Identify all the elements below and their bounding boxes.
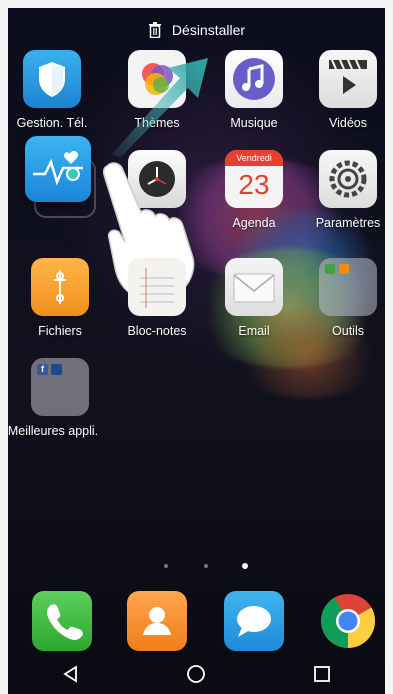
page-dot[interactable] bbox=[164, 564, 168, 568]
phone-manager-icon bbox=[23, 50, 81, 108]
home-icon[interactable] bbox=[186, 664, 206, 684]
phone-icon bbox=[32, 591, 92, 651]
app-label: Fichiers bbox=[38, 324, 82, 338]
recents-icon[interactable] bbox=[312, 664, 332, 684]
files-icon bbox=[31, 258, 89, 316]
app-label: Agenda bbox=[232, 216, 276, 230]
uninstall-label: Désinstaller bbox=[171, 22, 246, 38]
settings-icon bbox=[319, 150, 377, 208]
calendar-day: Vendredi bbox=[225, 150, 283, 166]
contacts-icon bbox=[127, 591, 187, 651]
mini-app-icon bbox=[325, 264, 335, 274]
email-icon bbox=[225, 258, 283, 316]
trash-icon bbox=[148, 22, 161, 38]
videos-icon bbox=[319, 50, 377, 108]
music-icon bbox=[225, 50, 283, 108]
app-label: Meilleures appli. bbox=[8, 424, 99, 438]
device-frame: Désinstaller Gestion. Tél. Thèmes Musiqu… bbox=[0, 0, 393, 694]
dock-chrome[interactable] bbox=[306, 591, 385, 651]
facebook-mini-icon: f bbox=[37, 364, 48, 375]
folder-tools[interactable]: Outils bbox=[306, 258, 385, 338]
app-label: Email bbox=[238, 324, 270, 338]
notes-icon bbox=[128, 258, 186, 316]
page-dot-active[interactable] bbox=[242, 563, 248, 569]
app-videos[interactable]: Vidéos bbox=[306, 50, 385, 130]
app-label: Paramètres bbox=[315, 216, 381, 230]
uninstall-drop-target[interactable]: Désinstaller bbox=[8, 18, 385, 42]
app-settings[interactable]: Paramètres bbox=[306, 150, 385, 230]
messages-icon bbox=[224, 591, 284, 651]
back-icon[interactable] bbox=[61, 664, 81, 684]
mini-app-icon bbox=[51, 364, 62, 375]
chrome-icon bbox=[318, 591, 378, 651]
mini-app-icon bbox=[339, 264, 349, 274]
drag-arrow-icon bbox=[112, 58, 208, 158]
app-email[interactable]: Email bbox=[212, 258, 296, 338]
top-apps-folder-icon: f bbox=[31, 358, 89, 416]
dock-messages[interactable] bbox=[212, 591, 296, 651]
tools-folder-icon bbox=[319, 258, 377, 316]
folder-top-apps[interactable]: f Meilleures appli. bbox=[8, 358, 102, 438]
app-label: Vidéos bbox=[329, 116, 367, 130]
app-phone-manager[interactable]: Gestion. Tél. bbox=[10, 50, 94, 130]
calendar-date: 23 bbox=[238, 169, 270, 200]
app-notes[interactable]: Bloc-notes bbox=[115, 258, 199, 338]
home-screen: Désinstaller Gestion. Tél. Thèmes Musiqu… bbox=[8, 8, 385, 694]
health-icon bbox=[25, 136, 91, 202]
app-label: Gestion. Tél. bbox=[16, 116, 88, 130]
app-label: Outils bbox=[332, 324, 364, 338]
app-label: Bloc-notes bbox=[127, 324, 187, 338]
dock-contacts[interactable] bbox=[115, 591, 199, 651]
app-files[interactable]: Fichiers bbox=[18, 258, 102, 338]
dock-phone[interactable] bbox=[20, 591, 104, 651]
dragged-health-app[interactable] bbox=[16, 136, 100, 202]
calendar-icon: Vendredi 23 bbox=[225, 150, 283, 208]
app-calendar[interactable]: Vendredi 23 Agenda bbox=[212, 150, 296, 230]
navigation-bar bbox=[8, 654, 385, 694]
page-dot[interactable] bbox=[204, 564, 208, 568]
